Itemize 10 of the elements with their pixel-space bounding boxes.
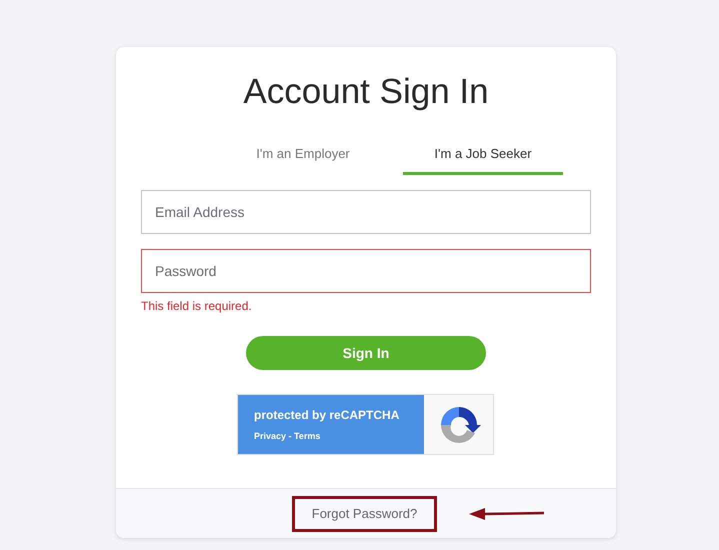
input-field[interactable]: Password (141, 249, 591, 293)
tab[interactable]: I'm an Employer (243, 135, 363, 175)
page-title: Account Sign In (243, 71, 489, 113)
input-field[interactable]: Email Address (141, 190, 591, 234)
error-message: This field is required. (141, 298, 253, 315)
forgot-password-link[interactable]: Forgot Password? (292, 496, 437, 532)
recaptcha-links[interactable]: Privacy - Terms (254, 430, 424, 444)
tab[interactable]: I'm a Job Seeker (403, 135, 563, 175)
recaptcha-text: protected by reCAPTCHA (254, 406, 400, 424)
sign-in-button[interactable]: Sign In (246, 336, 486, 370)
